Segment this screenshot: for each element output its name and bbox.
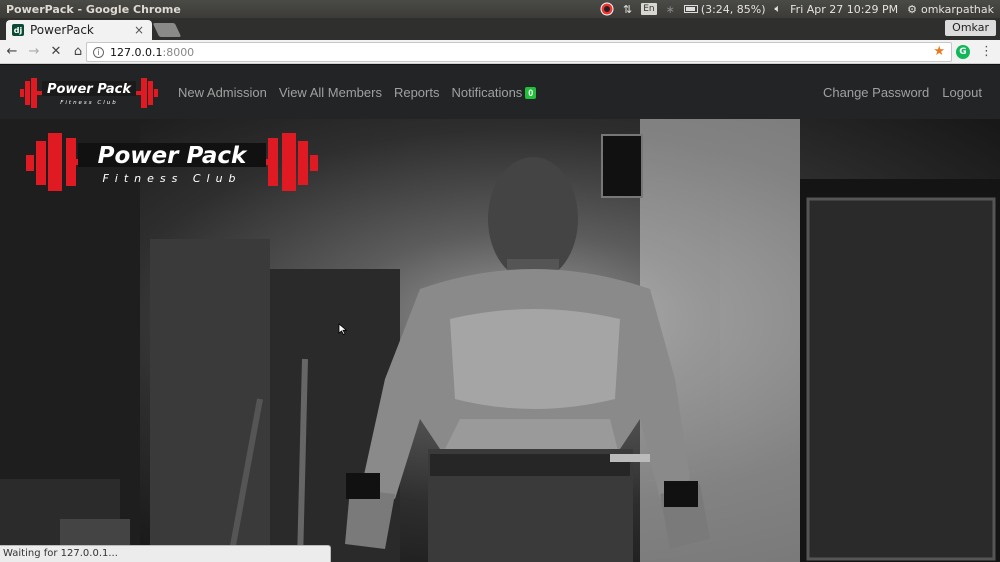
os-top-panel: PowerPack - Google Chrome ⇅ En ∗ (3:24, … xyxy=(0,0,1000,18)
battery-indicator[interactable]: (3:24, 85%) xyxy=(683,2,766,16)
recording-indicator-icon[interactable] xyxy=(600,2,614,16)
nav-notifications-label: Notifications xyxy=(451,84,523,100)
nav-links: New Admission View All Members Reports N… xyxy=(178,65,537,119)
brand-title: Power Pack xyxy=(47,82,132,97)
change-password-link[interactable]: Change Password xyxy=(823,85,929,100)
username: omkarpathak xyxy=(920,2,994,16)
nav-notifications[interactable]: Notifications 0 xyxy=(451,84,537,100)
battery-text: (3:24, 85%) xyxy=(700,2,766,16)
settings-gear-icon: ⚙ xyxy=(907,2,917,16)
django-favicon-icon: dj xyxy=(12,24,24,36)
tab-title: PowerPack xyxy=(30,23,94,37)
nav-right: Change Password Logout xyxy=(823,65,982,119)
nav-view-all-members[interactable]: View All Members xyxy=(279,85,382,100)
os-indicators: ⇅ En ∗ (3:24, 85%) 🔈︎ Fri Apr 27 10:29 P… xyxy=(600,2,1000,16)
window-title: PowerPack - Google Chrome xyxy=(6,2,181,16)
url-port: :8000 xyxy=(162,45,195,59)
hero-logo-title: Power Pack xyxy=(98,143,248,169)
tab-close-icon[interactable]: × xyxy=(134,23,144,37)
logout-link[interactable]: Logout xyxy=(942,85,982,100)
brand-logo[interactable]: Power Pack Fitness Club xyxy=(20,75,158,111)
user-menu[interactable]: ⚙ omkarpathak xyxy=(907,2,994,16)
bluetooth-icon[interactable]: ∗ xyxy=(666,2,675,16)
menu-icon[interactable]: ⋮ xyxy=(980,44,993,59)
star-icon[interactable]: ★ xyxy=(933,44,945,59)
network-icon[interactable]: ⇅ xyxy=(623,2,632,16)
browser-toolbar: ← → ✕ ⌂ i 127.0.0.1:8000 ★ xyxy=(0,40,1000,64)
back-icon[interactable]: ← xyxy=(2,42,22,62)
tab-strip: dj PowerPack × Omkar xyxy=(0,18,1000,40)
brand-subtitle: Fitness Club xyxy=(60,100,118,106)
site-navbar: Power Pack Fitness Club New Admission Vi… xyxy=(0,65,1000,119)
mouse-cursor-icon xyxy=(338,323,348,335)
hero-logo-subtitle: Fitness Club xyxy=(102,172,241,185)
home-icon[interactable]: ⌂ xyxy=(68,42,88,62)
notification-count-badge: 0 xyxy=(525,86,537,99)
datetime[interactable]: Fri Apr 27 10:29 PM xyxy=(790,2,898,16)
profile-button[interactable]: Omkar xyxy=(945,20,996,36)
hero-logo: Power Pack Fitness Club xyxy=(26,133,318,191)
info-icon[interactable]: i xyxy=(93,46,104,58)
forward-icon[interactable]: → xyxy=(24,42,44,62)
nav-new-admission[interactable]: New Admission xyxy=(178,85,267,100)
extension-icon[interactable]: G xyxy=(956,45,970,59)
volume-icon[interactable]: 🔈︎ xyxy=(775,2,782,16)
url-host: 127.0.0.1 xyxy=(110,45,163,59)
web-page: Power Pack Fitness Club New Admission Vi… xyxy=(0,65,1000,562)
nav-reports[interactable]: Reports xyxy=(394,85,440,100)
new-tab-button[interactable] xyxy=(152,23,182,37)
battery-icon xyxy=(683,5,698,13)
browser-tab[interactable]: dj PowerPack × xyxy=(6,20,152,40)
reload-icon[interactable]: ✕ xyxy=(46,42,66,62)
keyboard-layout-indicator[interactable]: En xyxy=(641,3,657,15)
browser-status-bar: Waiting for 127.0.0.1... xyxy=(0,545,331,562)
address-bar[interactable]: i 127.0.0.1:8000 ★ xyxy=(86,42,952,62)
hero-banner: Power Pack Fitness Club xyxy=(0,119,1000,562)
